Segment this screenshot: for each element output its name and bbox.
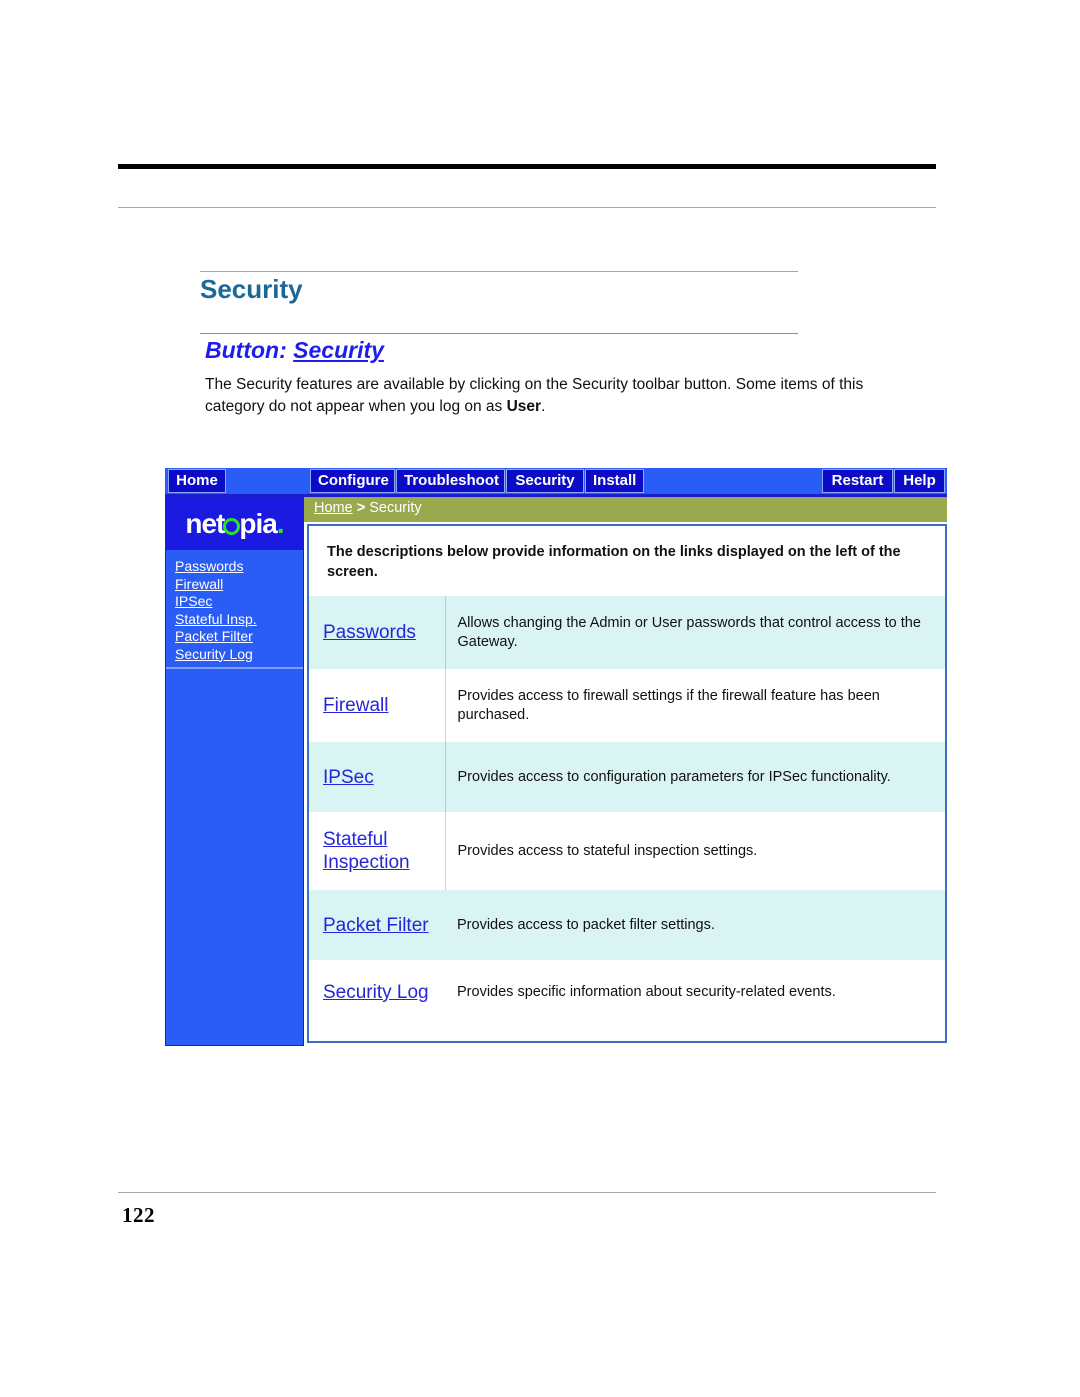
panel-link-ipsec[interactable]: IPSec bbox=[323, 766, 374, 789]
sidebar-link-firewall[interactable]: Firewall bbox=[175, 576, 303, 594]
table-row: Firewall Provides access to firewall sett… bbox=[309, 669, 945, 742]
panel-link-passwords[interactable]: Passwords bbox=[323, 621, 416, 644]
logo-dot: . bbox=[276, 507, 285, 539]
toolbar-button-home[interactable]: Home bbox=[168, 469, 226, 493]
panel-link-packet-filter[interactable]: Packet Filter bbox=[323, 914, 429, 937]
table-cell-description: Allows changing the Admin or User passwo… bbox=[445, 596, 945, 669]
breadcrumb-item-home[interactable]: Home bbox=[314, 500, 353, 516]
table-cell-description: Provides access to firewall settings if … bbox=[445, 669, 945, 742]
table-row: Passwords Allows changing the Admin or Us… bbox=[309, 596, 945, 669]
section-title-rule bbox=[200, 333, 798, 334]
table-row: Packet Filter Provides access to packet f… bbox=[309, 890, 945, 960]
header-rule-grey bbox=[118, 207, 936, 208]
logo-ring-icon bbox=[223, 517, 241, 535]
sidebar-link-security-log[interactable]: Security Log bbox=[175, 646, 303, 664]
header-rule-black bbox=[118, 164, 936, 169]
section-title-link: Security bbox=[293, 337, 384, 363]
document-page: Security Button: Security The Security f… bbox=[0, 0, 1080, 1397]
table-cell-description: Provides access to configuration paramet… bbox=[445, 742, 945, 812]
table-cell-link: Security Log bbox=[309, 960, 445, 1024]
footer-rule bbox=[118, 1192, 936, 1193]
table-cell-link: Stateful Inspection bbox=[309, 812, 446, 890]
sidebar-link-passwords[interactable]: Passwords bbox=[175, 558, 303, 576]
toolbar-button-troubleshoot[interactable]: Troubleshoot bbox=[396, 469, 505, 493]
toolbar-button-configure[interactable]: Configure bbox=[310, 469, 395, 493]
panel-link-firewall[interactable]: Firewall bbox=[323, 694, 388, 717]
router-toolbar: Home Configure Troubleshoot Security Install… bbox=[165, 468, 947, 496]
sidebar-link-packet-filter[interactable]: Packet Filter bbox=[175, 628, 303, 646]
page-number: 122 bbox=[122, 1203, 155, 1227]
netopia-logo-text: net pia. bbox=[185, 507, 285, 539]
toolbar-button-security[interactable]: Security bbox=[506, 469, 584, 493]
sidebar-nav: Passwords Firewall IPSec Stateful Insp. Pack… bbox=[166, 552, 303, 669]
table-cell-link: Passwords bbox=[309, 596, 446, 669]
breadcrumb-item-current: Security bbox=[369, 500, 422, 516]
section-title-prefix: Button: bbox=[205, 337, 294, 363]
panel-link-security-log[interactable]: Security Log bbox=[323, 981, 429, 1004]
table-row: Security Log Provides specific informatio… bbox=[309, 960, 945, 1024]
table-cell-description: Provides specific information about secu… bbox=[445, 960, 945, 1024]
table-row: Stateful Inspection Provides access to st… bbox=[309, 812, 945, 890]
router-content: Home > Security The descriptions below p… bbox=[304, 496, 947, 1046]
intro-paragraph-part2: . bbox=[541, 398, 546, 415]
embedded-screenshot: Home Configure Troubleshoot Security Install… bbox=[165, 468, 947, 1046]
toolbar-button-install[interactable]: Install bbox=[585, 469, 644, 493]
toolbar-button-restart[interactable]: Restart bbox=[822, 469, 893, 493]
table-cell-description: Provides access to packet filter setting… bbox=[445, 890, 945, 960]
panel-link-stateful-inspection[interactable]: Stateful Inspection bbox=[323, 828, 441, 874]
descriptions-table: Passwords Allows changing the Admin or Us… bbox=[309, 596, 945, 1024]
logo-text-before: net bbox=[185, 507, 225, 539]
page-title: Security bbox=[200, 274, 303, 304]
netopia-logo: net pia. bbox=[166, 497, 303, 550]
breadcrumb-separator: > bbox=[356, 500, 366, 516]
sidebar-link-stateful-insp[interactable]: Stateful Insp. bbox=[175, 611, 303, 629]
table-cell-link: Firewall bbox=[309, 669, 446, 742]
table-cell-link: IPSec bbox=[309, 742, 446, 812]
page-title-rule bbox=[200, 271, 798, 272]
panel-intro-text: The descriptions below provide informati… bbox=[327, 544, 901, 580]
sidebar-link-ipsec[interactable]: IPSec bbox=[175, 593, 303, 611]
table-cell-link: Packet Filter bbox=[309, 890, 445, 960]
breadcrumb: Home > Security bbox=[304, 496, 947, 522]
router-sidebar: net pia. Passwords Firewall IPSec Stateful I… bbox=[165, 496, 304, 1046]
table-cell-description: Provides access to stateful inspection s… bbox=[445, 812, 945, 890]
logo-text-after: pia bbox=[239, 507, 277, 539]
intro-paragraph-emphasis: User bbox=[506, 398, 542, 415]
descriptions-panel: The descriptions below provide informati… bbox=[307, 524, 947, 1043]
toolbar-button-help[interactable]: Help bbox=[894, 469, 945, 493]
intro-paragraph: The Security features are available by c… bbox=[205, 374, 905, 418]
section-title: Button: Security bbox=[205, 337, 384, 364]
table-row: IPSec Provides access to configuration pa… bbox=[309, 742, 945, 812]
